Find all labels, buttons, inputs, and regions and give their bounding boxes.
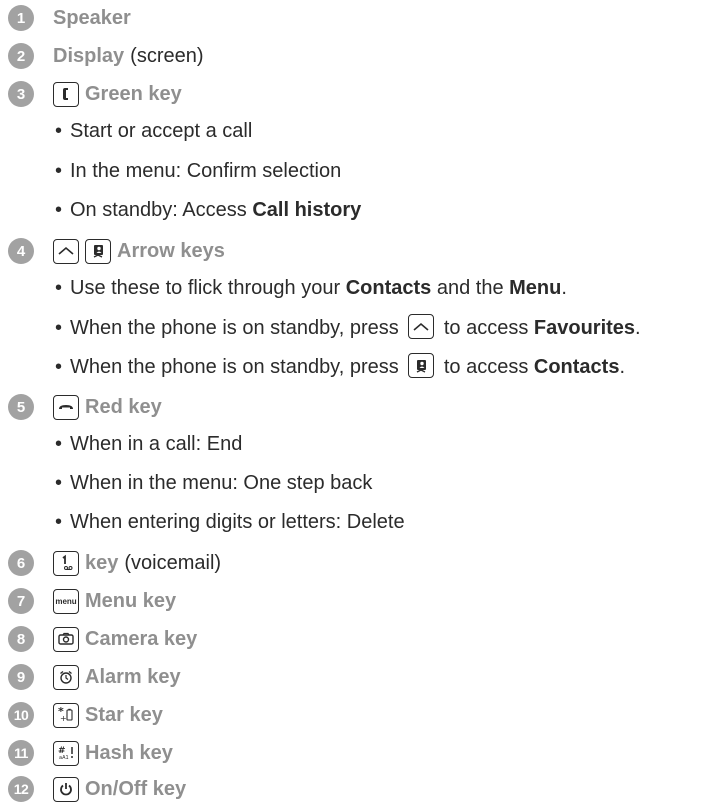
bold-text: Contacts	[345, 277, 432, 299]
item-title: Red key	[85, 395, 162, 418]
item-title: Alarm key	[85, 665, 181, 688]
item-note: (screen)	[130, 44, 204, 67]
item-note: (voicemail)	[124, 551, 222, 574]
list-item: • In the menu: Confirm selection	[55, 160, 342, 182]
bullet-text: to access	[438, 356, 534, 378]
list-item: • When the phone is on standby, press to …	[55, 353, 626, 380]
number-badge: 4	[8, 238, 34, 264]
number-badge: 12	[8, 776, 34, 802]
list-item: • When in a call: End	[55, 433, 243, 455]
item-title: On/Off key	[85, 777, 187, 800]
item-title: Camera key	[85, 627, 198, 650]
number-badge: 8	[8, 626, 34, 652]
bullet-text: When the phone is on standby, press	[70, 356, 405, 378]
bullet-text: .	[561, 277, 567, 299]
alarm-key-icon	[53, 664, 79, 690]
bullet-text: When in the menu: One step back	[70, 472, 373, 494]
number-badge: 5	[8, 394, 34, 420]
item-voicemail-key: 6 key (voicemail)	[0, 550, 221, 576]
list-item: • Start or accept a call	[55, 120, 253, 142]
bullet-text: When entering digits or letters: Delete	[70, 511, 405, 533]
list-item: • When in the menu: One step back	[55, 472, 373, 494]
camera-key-icon	[53, 626, 79, 652]
list-item: • Use these to flick through your Contact…	[55, 277, 567, 299]
number-badge: 2	[8, 43, 34, 69]
item-title: Menu key	[85, 589, 177, 612]
bold-text: Menu	[509, 277, 562, 299]
svg-text:aA1: aA1	[59, 755, 69, 761]
bullet-text: When the phone is on standby, press	[70, 317, 405, 339]
bold-text: Call history	[252, 199, 362, 221]
number-badge: 11	[8, 740, 34, 766]
item-power-key: 12 On/Off key	[0, 776, 186, 802]
item-star-key: 10 * + Star key	[0, 702, 163, 728]
hash-key-icon: # aA1	[53, 740, 79, 766]
bullet-text: Use these to flick through your	[70, 277, 346, 299]
item-menu-key: 7 menu Menu key	[0, 588, 176, 614]
bullet-text: Start or accept a call	[70, 120, 253, 142]
item-speaker: 1 Speaker	[0, 5, 131, 31]
item-title: key	[85, 551, 119, 574]
item-title: Display	[53, 44, 125, 67]
green-call-key-icon	[53, 81, 79, 107]
item-arrow-keys: 4 Arrow keys	[0, 238, 225, 264]
list-item: • When the phone is on standby, press to …	[55, 314, 641, 341]
bullet-text: On standby: Access	[70, 199, 253, 221]
item-red-key: 5 Red key	[0, 394, 162, 420]
number-badge: 3	[8, 81, 34, 107]
bold-text: Contacts	[533, 356, 620, 378]
item-title: Green key	[85, 82, 182, 105]
contacts-key-icon	[408, 353, 435, 378]
contacts-key-icon	[85, 238, 111, 264]
star-key-icon: * +	[53, 702, 79, 728]
item-alarm-key: 9 Alarm key	[0, 664, 181, 690]
item-green-key: 3 Green key	[0, 81, 182, 107]
item-camera-key: 8 Camera key	[0, 626, 197, 652]
arrow-up-key-icon	[53, 238, 79, 264]
red-end-key-icon	[53, 394, 79, 420]
item-title: Arrow keys	[117, 239, 225, 262]
item-title: Hash key	[85, 741, 173, 764]
menu-key-icon: menu	[53, 588, 79, 614]
item-title: Speaker	[53, 6, 131, 29]
svg-text:+: +	[60, 714, 67, 723]
menu-key-label: menu	[55, 596, 77, 606]
arrow-up-key-icon	[408, 314, 435, 339]
bold-text: Favourites	[533, 317, 636, 339]
item-display: 2 Display (screen)	[0, 43, 204, 69]
bullet-text: In the menu: Confirm selection	[70, 160, 342, 182]
list-item: • When entering digits or letters: Delete	[55, 511, 405, 533]
number-badge: 6	[8, 550, 34, 576]
voicemail-1-key-icon	[53, 550, 79, 576]
item-hash-key: 11 # aA1 Hash key	[0, 740, 173, 766]
bullet-text: When in a call: End	[70, 433, 243, 455]
number-badge: 1	[8, 5, 34, 31]
number-badge: 10	[8, 702, 34, 728]
number-badge: 9	[8, 664, 34, 690]
bullet-text: .	[619, 356, 626, 378]
bullet-text: and the	[431, 277, 510, 299]
item-title: Star key	[85, 703, 163, 726]
number-badge: 7	[8, 588, 34, 614]
power-key-icon	[53, 776, 79, 802]
bullet-text: .	[635, 317, 641, 339]
list-item: • On standby: Access Call history	[55, 199, 362, 221]
bullet-text: to access	[438, 317, 534, 339]
